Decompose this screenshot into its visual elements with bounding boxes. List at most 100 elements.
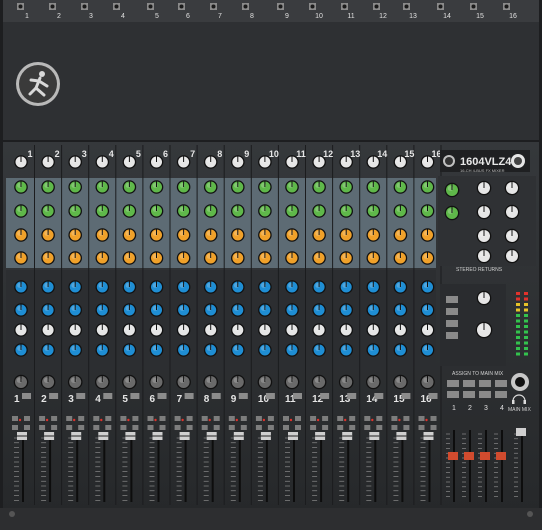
input-jack[interactable] — [437, 3, 444, 10]
eq-knob[interactable] — [366, 303, 381, 317]
eq-knob[interactable] — [366, 280, 381, 294]
aux-knob[interactable] — [149, 251, 164, 265]
eq-knob[interactable] — [366, 323, 381, 337]
eq-knob[interactable] — [95, 303, 110, 317]
aux-knob[interactable] — [366, 180, 381, 194]
input-jack[interactable] — [503, 3, 510, 10]
source-button[interactable] — [446, 296, 458, 303]
pan-knob[interactable] — [393, 374, 408, 390]
mute-button[interactable] — [130, 393, 140, 399]
input-jack[interactable] — [147, 3, 154, 10]
eq-knob[interactable] — [68, 280, 82, 294]
aux-knob[interactable] — [14, 228, 28, 242]
mute-button[interactable] — [374, 393, 384, 399]
eq-knob[interactable] — [285, 323, 299, 337]
gain-knob[interactable] — [203, 155, 218, 169]
gain-knob[interactable] — [258, 155, 272, 169]
aux-knob[interactable] — [95, 228, 110, 242]
mute-button[interactable] — [49, 393, 59, 399]
eq-knob[interactable] — [41, 280, 55, 294]
mute-button[interactable] — [320, 393, 330, 399]
eq-knob[interactable] — [258, 280, 272, 294]
eq-knob[interactable] — [203, 323, 218, 337]
gain-knob[interactable] — [122, 155, 137, 169]
eq-knob[interactable] — [149, 303, 164, 317]
eq-knob[interactable] — [258, 343, 272, 357]
eq-knob[interactable] — [285, 343, 299, 357]
eq-knob[interactable] — [122, 303, 137, 317]
control-room-knob[interactable] — [476, 290, 492, 306]
mute-button[interactable] — [238, 393, 248, 399]
eq-knob[interactable] — [41, 323, 55, 337]
aux-knob[interactable] — [312, 251, 326, 265]
aux-knob[interactable] — [41, 251, 55, 265]
eq-knob[interactable] — [420, 280, 435, 294]
aux-knob[interactable] — [203, 251, 218, 265]
eq-knob[interactable] — [41, 343, 55, 357]
pan-knob[interactable] — [40, 374, 56, 390]
eq-knob[interactable] — [149, 343, 164, 357]
aux-knob[interactable] — [285, 251, 299, 265]
aux-knob[interactable] — [122, 180, 137, 194]
gain-knob[interactable] — [312, 155, 326, 169]
aux-knob[interactable] — [231, 228, 245, 242]
aux-knob[interactable] — [285, 204, 299, 218]
eq-knob[interactable] — [203, 303, 218, 317]
aux-knob[interactable] — [312, 228, 326, 242]
return-knob[interactable] — [504, 228, 520, 244]
eq-knob[interactable] — [68, 323, 82, 337]
input-jack[interactable] — [113, 3, 120, 10]
aux-knob[interactable] — [258, 228, 272, 242]
gain-knob[interactable] — [68, 155, 82, 169]
input-jack[interactable] — [17, 3, 24, 10]
eq-knob[interactable] — [393, 280, 408, 294]
mute-button[interactable] — [184, 393, 194, 399]
pan-knob[interactable] — [366, 374, 381, 390]
eq-knob[interactable] — [420, 323, 435, 337]
eq-knob[interactable] — [203, 280, 218, 294]
input-jack[interactable] — [49, 3, 56, 10]
mute-button[interactable] — [76, 393, 86, 399]
input-jack[interactable] — [277, 3, 284, 10]
input-jack[interactable] — [81, 3, 88, 10]
aux-knob[interactable] — [68, 228, 82, 242]
aux-knob[interactable] — [420, 228, 435, 242]
aux-knob[interactable] — [95, 180, 110, 194]
eq-knob[interactable] — [231, 343, 245, 357]
aux-knob[interactable] — [420, 180, 435, 194]
eq-knob[interactable] — [14, 343, 28, 357]
eq-knob[interactable] — [339, 323, 354, 337]
input-jack[interactable] — [403, 3, 410, 10]
eq-knob[interactable] — [285, 280, 299, 294]
return-knob[interactable] — [476, 228, 492, 244]
aux-knob[interactable] — [122, 251, 137, 265]
aux-knob[interactable] — [95, 251, 110, 265]
gain-knob[interactable] — [41, 155, 55, 169]
source-button[interactable] — [446, 320, 458, 327]
input-jack[interactable] — [242, 3, 249, 10]
mute-button[interactable] — [265, 393, 275, 399]
aux-knob[interactable] — [258, 180, 272, 194]
eq-knob[interactable] — [176, 303, 191, 317]
aux-knob[interactable] — [393, 228, 408, 242]
pan-knob[interactable] — [67, 374, 83, 390]
gain-knob[interactable] — [176, 155, 191, 169]
mute-button[interactable] — [293, 393, 302, 399]
aux-knob[interactable] — [312, 204, 326, 218]
aux-send-knob[interactable] — [504, 180, 520, 196]
eq-knob[interactable] — [41, 303, 55, 317]
aux-knob[interactable] — [149, 180, 164, 194]
gain-knob[interactable] — [420, 155, 435, 169]
aux-knob[interactable] — [366, 204, 381, 218]
aux-knob[interactable] — [231, 204, 245, 218]
aux-master-knob[interactable] — [444, 182, 460, 198]
eq-knob[interactable] — [285, 303, 299, 317]
eq-knob[interactable] — [312, 343, 326, 357]
pan-knob[interactable] — [420, 374, 435, 390]
eq-knob[interactable] — [14, 323, 28, 337]
eq-knob[interactable] — [420, 343, 435, 357]
eq-knob[interactable] — [393, 303, 408, 317]
aux-knob[interactable] — [366, 228, 381, 242]
eq-knob[interactable] — [420, 303, 435, 317]
aux-knob[interactable] — [420, 204, 435, 218]
